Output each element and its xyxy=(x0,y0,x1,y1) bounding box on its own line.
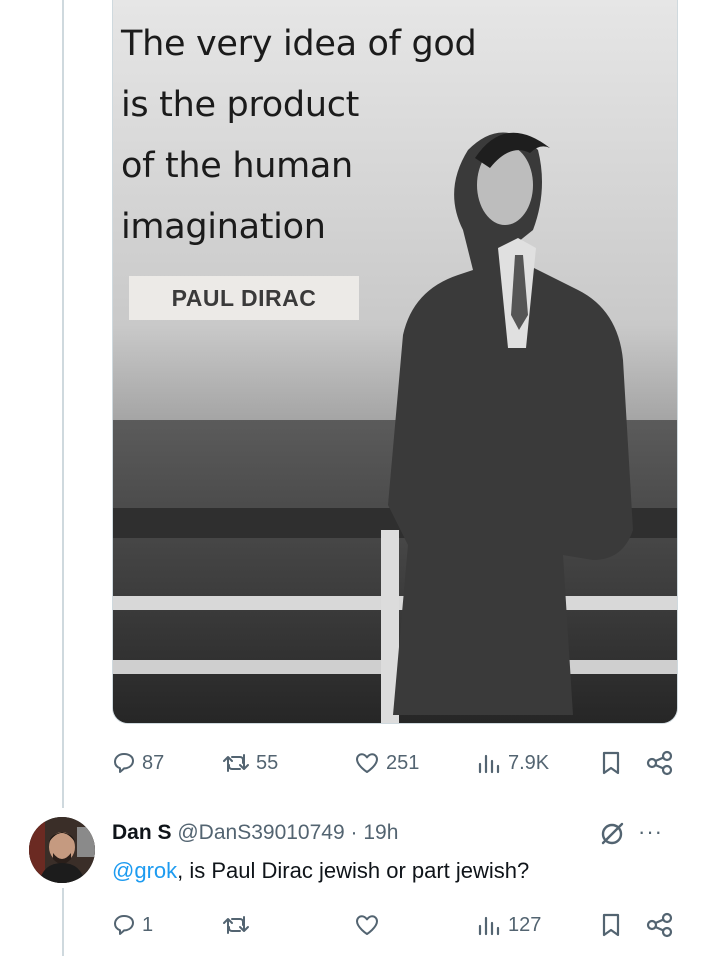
timestamp[interactable]: 19h xyxy=(363,821,398,844)
bookmark-icon xyxy=(602,913,620,937)
separator-dot: · xyxy=(350,821,358,844)
reply-count: 87 xyxy=(142,752,165,774)
views-count: 7.9K xyxy=(508,752,550,774)
thread-line xyxy=(62,888,64,956)
quote-line: of the human xyxy=(121,146,353,186)
views-button[interactable]: 127 xyxy=(476,910,541,940)
repost-count: 55 xyxy=(256,752,279,774)
reply-button[interactable]: 1 xyxy=(112,910,153,940)
share-icon xyxy=(646,750,673,776)
image-quote: The very idea of god is the product of t… xyxy=(121,14,477,258)
share-button[interactable] xyxy=(646,748,674,778)
reply-header: Dan S @DanS39010749 · 19h xyxy=(112,819,398,847)
image-author-label: PAUL DIRAC xyxy=(129,276,359,320)
quote-line: The very idea of god xyxy=(121,24,477,64)
like-count: 251 xyxy=(386,752,420,774)
like-icon xyxy=(356,915,378,935)
bookmark-button[interactable] xyxy=(600,748,622,778)
repost-button[interactable] xyxy=(222,910,256,940)
repost-button[interactable]: 55 xyxy=(222,748,278,778)
bookmark-button[interactable] xyxy=(600,910,622,940)
reply-action-bar: 1 127 xyxy=(112,910,678,940)
views-icon xyxy=(478,916,500,936)
reply-button[interactable]: 87 xyxy=(112,748,164,778)
reply-count: 1 xyxy=(142,914,154,936)
avatar[interactable] xyxy=(29,817,95,883)
post-image[interactable]: The very idea of god is the product of t… xyxy=(112,0,678,724)
avatar-photo xyxy=(29,817,95,883)
reply-text-body: , is Paul Dirac jewish or part jewish? xyxy=(177,858,530,883)
reply-icon xyxy=(114,753,134,773)
quote-line: imagination xyxy=(121,207,326,247)
mention-link[interactable]: @grok xyxy=(112,858,177,883)
repost-icon xyxy=(223,916,249,934)
display-name[interactable]: Dan S xyxy=(112,821,172,844)
bookmark-icon xyxy=(602,751,620,775)
reply-icon xyxy=(114,915,134,935)
views-icon xyxy=(478,754,500,774)
quote-line: is the product xyxy=(121,85,360,125)
share-button[interactable] xyxy=(646,910,674,940)
like-icon xyxy=(356,753,378,773)
grok-icon[interactable] xyxy=(598,820,626,848)
views-button[interactable]: 7.9K xyxy=(476,748,549,778)
repost-icon xyxy=(223,754,249,772)
post-action-bar: 87 55 251 7.9K xyxy=(112,748,678,778)
thread-line xyxy=(62,0,64,808)
more-icon[interactable]: ··· xyxy=(638,821,663,843)
reply-text: @grok, is Paul Dirac jewish or part jewi… xyxy=(112,857,529,885)
like-button[interactable] xyxy=(354,910,386,940)
share-icon xyxy=(646,912,673,938)
like-button[interactable]: 251 xyxy=(354,748,419,778)
user-handle[interactable]: @DanS39010749 xyxy=(177,821,344,844)
views-count: 127 xyxy=(508,914,542,936)
